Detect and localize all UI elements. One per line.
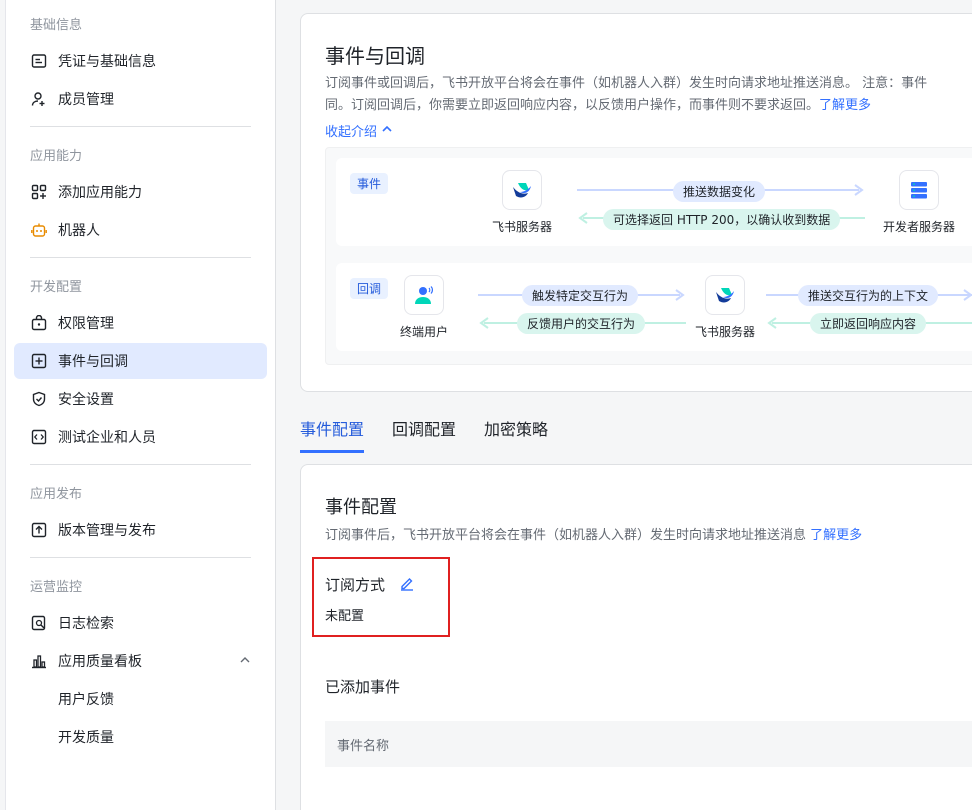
sidebar-item-label: 日志检索 [58, 616, 114, 632]
group-title-basic: 基础信息 [30, 18, 83, 33]
events-table-header: 事件名称 [325, 721, 972, 767]
user-icon [404, 275, 444, 315]
collapse-intro-button[interactable]: 收起介绍 [325, 121, 393, 140]
end-user-node: 终端用户 [392, 275, 456, 340]
group-title-dev-config: 开发配置 [30, 280, 83, 295]
divider [30, 126, 251, 127]
column-header-event-name: 事件名称 [337, 738, 390, 754]
sidebar-item-label: 权限管理 [58, 316, 114, 332]
added-events-title: 已添加事件 [325, 678, 401, 696]
chevron-up-icon[interactable] [239, 654, 251, 670]
tab-event-config[interactable]: 事件配置 [300, 416, 365, 453]
push-change-label: 推送数据变化 [673, 181, 766, 202]
subscription-mode: 订阅方式 [325, 574, 415, 595]
sidebar-item-robot[interactable]: 机器人 [14, 212, 267, 248]
sidebar-item-label: 测试企业和人员 [58, 430, 156, 446]
optional-return-label: 可选择返回 HTTP 200，以确认收到数据 [603, 209, 841, 230]
server-icon [899, 170, 939, 210]
log-search-icon [30, 614, 48, 632]
event-config-desc: 订阅事件后，飞书开放平台将会在事件（如机器人入群）发生时向请求地址推送消息 了解… [325, 524, 862, 547]
sidebar-item-permissions[interactable]: 权限管理 [14, 305, 267, 341]
highlight-box [312, 557, 450, 637]
sidebar-item-label: 添加应用能力 [58, 185, 142, 201]
code-box-icon [30, 428, 48, 446]
grid-add-icon [30, 183, 48, 201]
node-label: 飞书服务器 [491, 220, 552, 234]
divider [30, 257, 251, 258]
sidebar-item-label: 成员管理 [58, 92, 114, 108]
sidebar-item-label: 应用质量看板 [58, 654, 142, 670]
node-label: 终端用户 [399, 325, 448, 339]
sidebar: 基础信息 凭证与基础信息 成员管理 应用能力 添加应用能力 机器人 开发配置 权… [0, 0, 276, 810]
intro-desc-line2: 同。订阅回调后，你需要立即返回响应内容，以反馈用户操作，而事件则不要求返回。了解… [325, 94, 871, 117]
group-title-monitoring: 运营监控 [30, 580, 83, 595]
sidebar-item-test-tenants[interactable]: 测试企业和人员 [14, 419, 267, 455]
sidebar-item-versions[interactable]: 版本管理与发布 [14, 512, 267, 548]
sidebar-item-label: 机器人 [58, 223, 100, 239]
subscription-mode-label: 订阅方式 [325, 576, 386, 594]
push-context-label: 推送交互行为的上下文 [798, 285, 939, 306]
event-config-desc-text: 订阅事件后，飞书开放平台将会在事件（如机器人入群）发生时向请求地址推送消息 [325, 528, 807, 543]
sidebar-item-security[interactable]: 安全设置 [14, 381, 267, 417]
group-title-release: 应用发布 [30, 487, 83, 502]
sidebar-item-label: 版本管理与发布 [58, 523, 156, 539]
sidebar-item-label: 事件与回调 [58, 354, 128, 370]
robot-icon [30, 221, 48, 239]
chevron-up-icon [381, 123, 393, 139]
learn-more-link[interactable]: 了解更多 [810, 528, 862, 543]
sidebar-item-label: 凭证与基础信息 [58, 54, 156, 70]
feishu-logo-icon [502, 170, 542, 210]
event-config-title: 事件配置 [325, 497, 397, 518]
group-title-capabilities: 应用能力 [30, 149, 83, 164]
config-tabs: 事件配置 回调配置 加密策略 [300, 416, 548, 453]
sidebar-item-label: 用户反馈 [58, 692, 114, 708]
feishu-server-node: 飞书服务器 [487, 170, 557, 235]
sidebar-item-events-callbacks[interactable]: 事件与回调 [14, 343, 267, 379]
intro-desc-text: 同。订阅回调后，你需要立即返回响应内容，以反馈用户操作，而事件则不要求返回。 [325, 98, 820, 113]
tab-callback-config[interactable]: 回调配置 [392, 416, 456, 453]
divider [30, 557, 251, 558]
dev-server-node: 开发者服务器 [880, 170, 958, 235]
node-label: 开发者服务器 [882, 220, 955, 234]
sidebar-item-add-capability[interactable]: 添加应用能力 [14, 174, 267, 210]
sidebar-item-label: 开发质量 [58, 730, 114, 746]
feedback-label: 反馈用户的交互行为 [517, 313, 646, 334]
page-title: 事件与回调 [325, 44, 425, 68]
divider [30, 464, 251, 465]
edit-icon[interactable] [399, 575, 415, 595]
event-plus-icon [30, 352, 48, 370]
bar-chart-icon [30, 652, 48, 670]
sidebar-item-log-search[interactable]: 日志检索 [14, 605, 267, 641]
user-add-icon [30, 90, 48, 108]
sidebar-item-dev-quality[interactable]: 开发质量 [14, 719, 267, 755]
sidebar-item-quality-board[interactable]: 应用质量看板 [14, 643, 267, 679]
subscription-mode-value: 未配置 [325, 609, 365, 624]
upload-box-icon [30, 521, 48, 539]
lock-box-icon [30, 314, 48, 332]
event-tag: 事件 [350, 173, 389, 194]
return-now-label: 立即返回响应内容 [810, 313, 927, 334]
sidebar-item-members[interactable]: 成员管理 [14, 81, 267, 117]
shield-icon [30, 390, 48, 408]
sidebar-item-credentials[interactable]: 凭证与基础信息 [14, 43, 267, 79]
sidebar-edge [0, 0, 6, 810]
learn-more-link[interactable]: 了解更多 [819, 98, 871, 113]
sidebar-item-label: 安全设置 [58, 392, 114, 408]
callback-tag: 回调 [350, 278, 389, 299]
intro-desc-line1: 订阅事件或回调后，飞书开放平台将会在事件（如机器人入群）发生时向请求地址推送消息… [325, 76, 928, 91]
tab-encryption[interactable]: 加密策略 [484, 416, 548, 453]
sidebar-item-user-feedback[interactable]: 用户反馈 [14, 681, 267, 717]
trigger-label: 触发特定交互行为 [522, 285, 639, 306]
collapse-label: 收起介绍 [325, 125, 378, 140]
id-card-icon [30, 52, 48, 70]
